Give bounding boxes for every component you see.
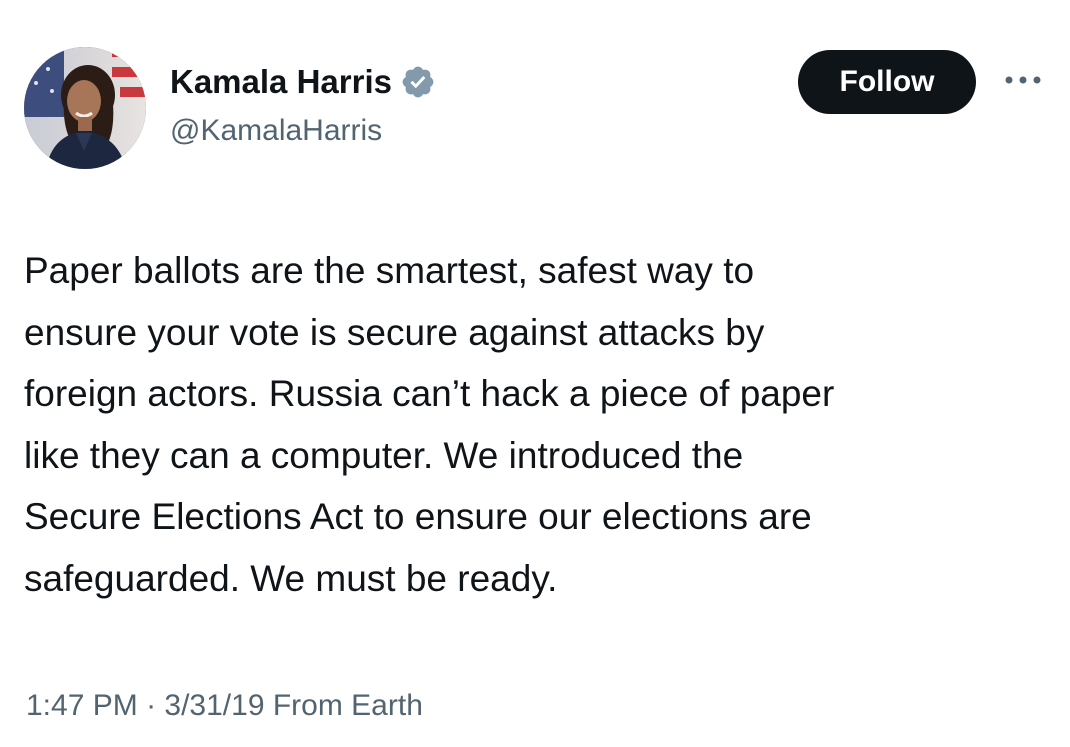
avatar-image xyxy=(24,47,146,169)
tweet-source: From Earth xyxy=(272,689,423,722)
author-handle[interactable]: @KamalaHarris xyxy=(170,112,382,150)
avatar[interactable] xyxy=(24,47,146,169)
tweet-time[interactable]: 1:47 PM xyxy=(26,686,138,726)
author-name-row: Kamala Harris xyxy=(170,62,436,102)
verified-badge-icon[interactable] xyxy=(400,64,436,100)
meta-separator: · xyxy=(137,689,165,722)
follow-button[interactable]: Follow xyxy=(798,50,976,114)
more-icon[interactable] xyxy=(1000,60,1046,100)
author-display-name[interactable]: Kamala Harris xyxy=(170,62,392,102)
tweet-card: Kamala Harris @KamalaHarris Follow Paper… xyxy=(0,0,1070,747)
tweet-text: Paper ballots are the smartest, safest w… xyxy=(24,250,835,599)
tweet-metadata: 1:47 PM · 3/31/19 From Earth xyxy=(26,686,423,726)
tweet-date[interactable]: 3/31/19 xyxy=(164,686,264,726)
